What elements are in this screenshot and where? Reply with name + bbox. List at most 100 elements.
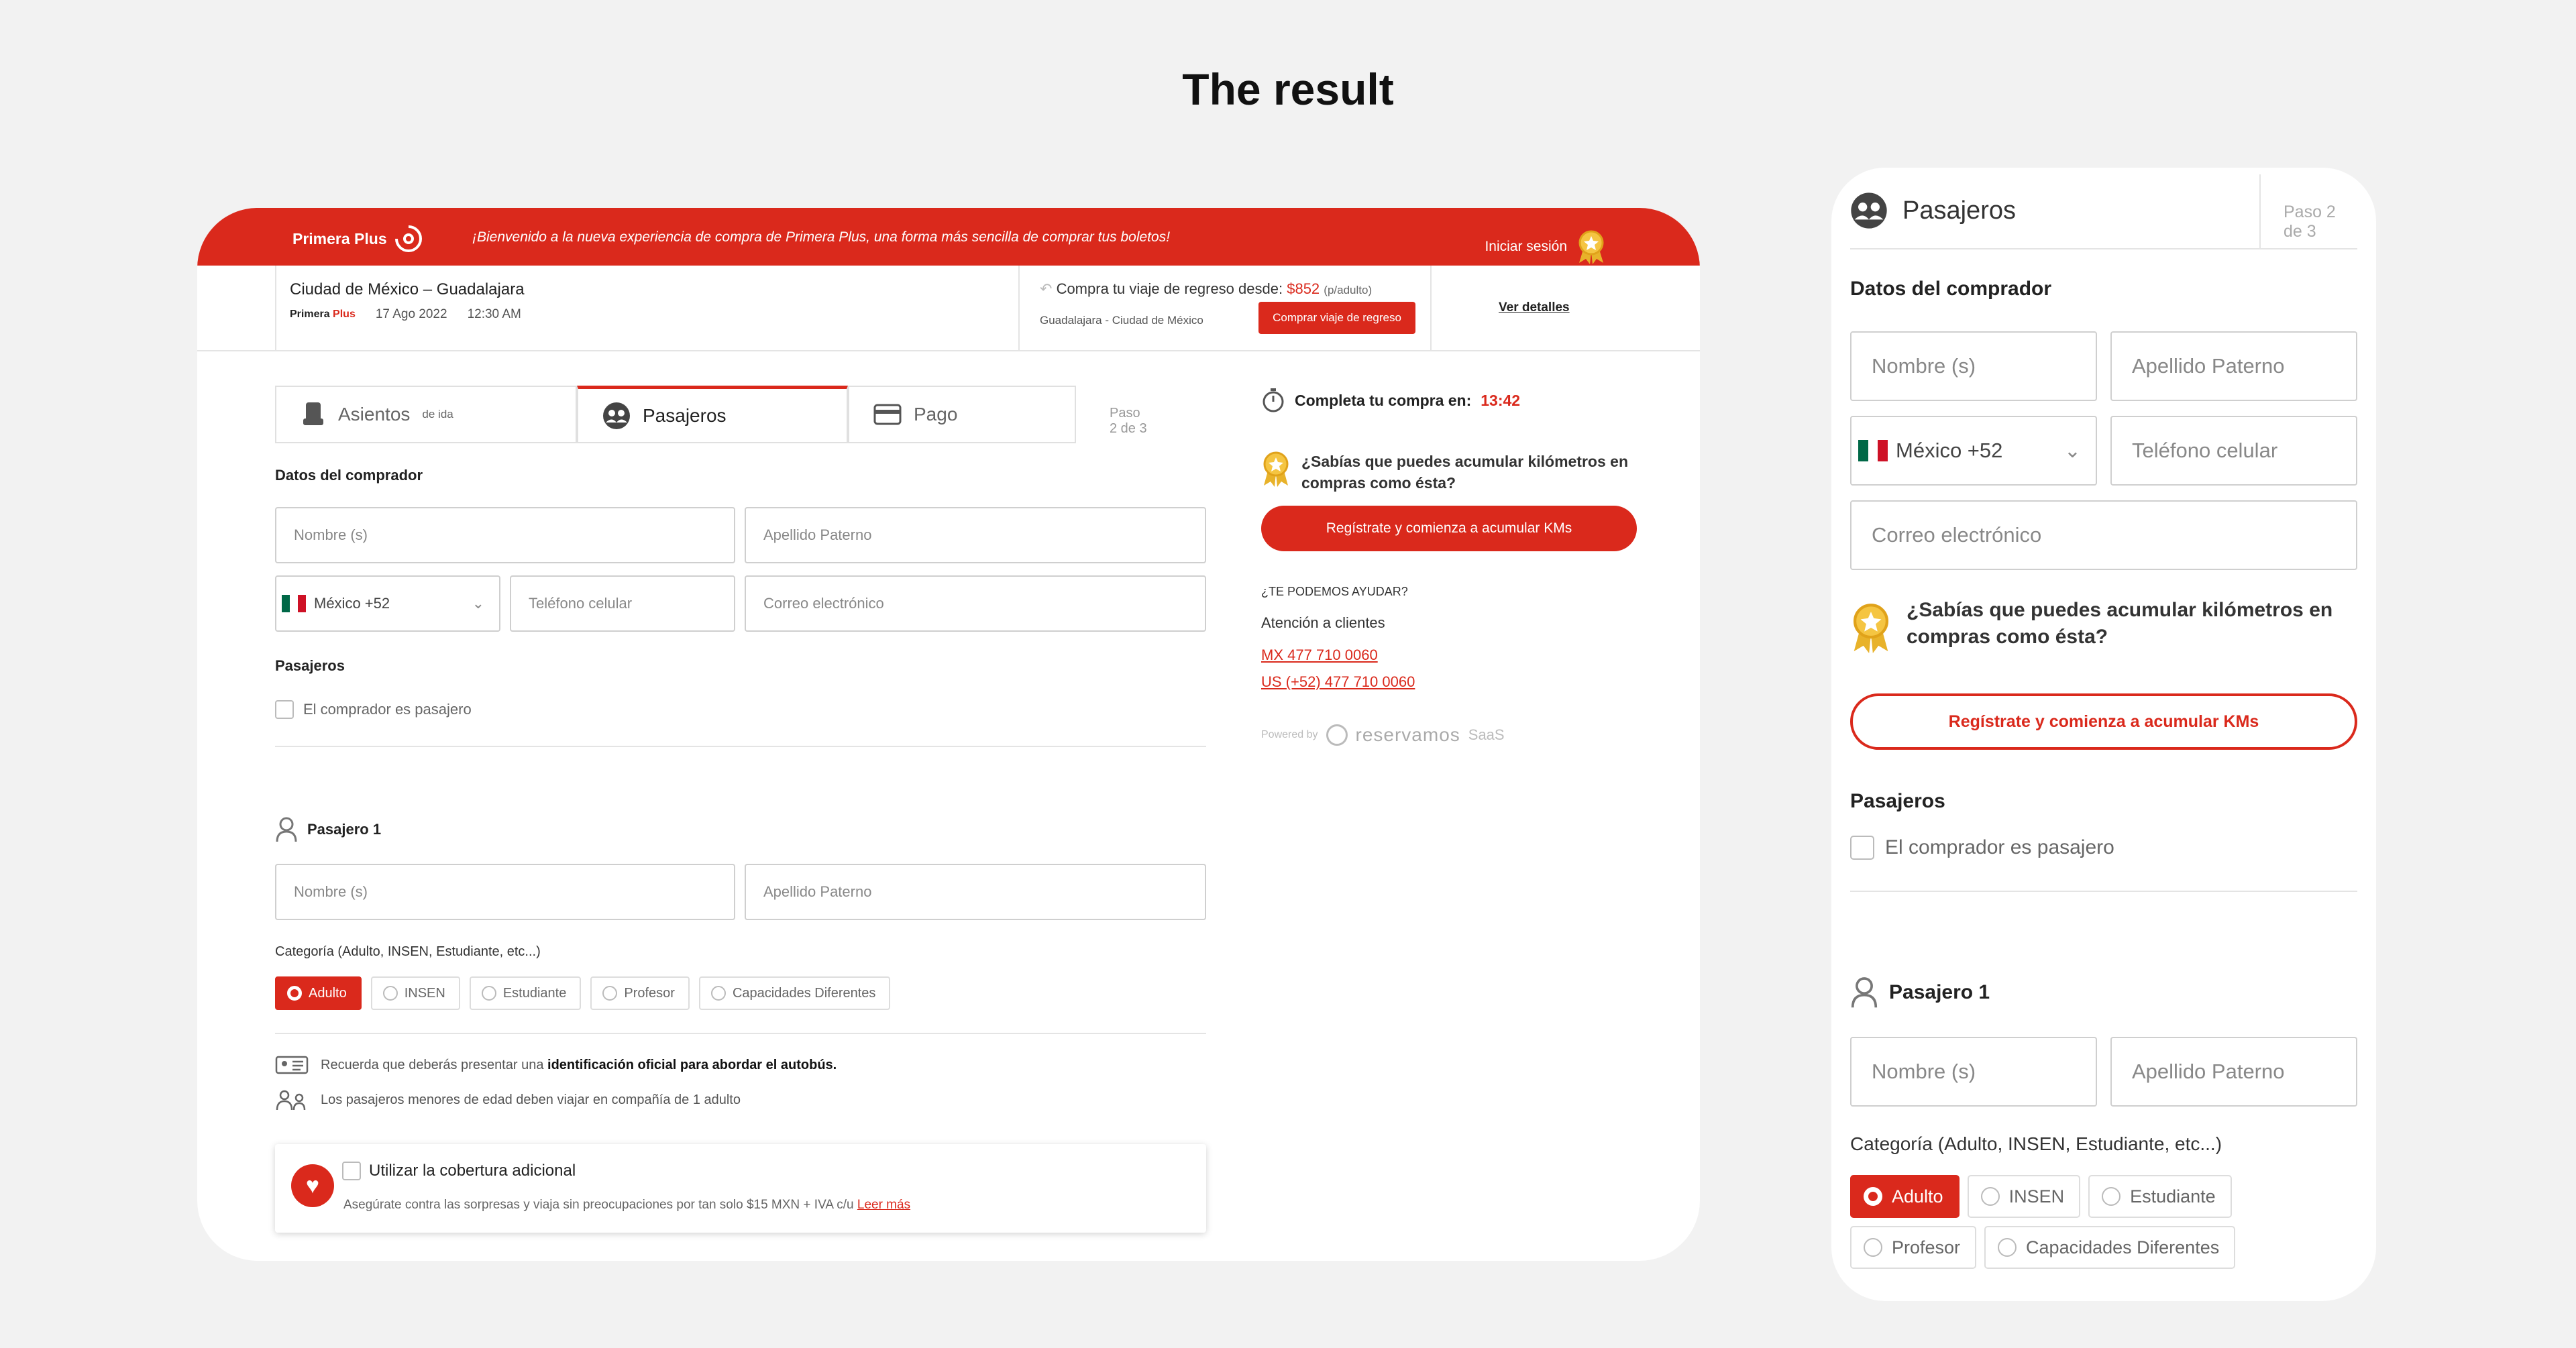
see-details-link[interactable]: Ver detalles (1499, 300, 1570, 315)
buyer-surname-field[interactable]: Apellido Paterno (745, 507, 1206, 563)
buyer-is-passenger-checkbox[interactable]: El comprador es pasajero (275, 700, 472, 719)
country-code-select[interactable]: México +52 ⌄ (275, 575, 500, 632)
checkbox-label: El comprador es pasajero (303, 701, 472, 718)
powered-by: Powered by reservamos SaaS (1261, 724, 1505, 746)
mobile-category-profesor-label: Profesor (1892, 1237, 1961, 1257)
passenger1-name-field[interactable]: Nombre (s) (275, 864, 735, 920)
mobile-category-adulto[interactable]: Adulto (1850, 1175, 1960, 1218)
divider (2259, 174, 2261, 249)
category-label: Categoría (Adulto, INSEN, Estudiante, et… (275, 944, 541, 959)
mobile-p1-name-field[interactable]: Nombre (s) (1850, 1037, 2097, 1107)
read-more-link[interactable]: Leer más (857, 1198, 910, 1212)
category-insen-label: INSEN (404, 985, 445, 1001)
return-arrow-icon: ↶ (1040, 280, 1053, 297)
category-adulto[interactable]: Adulto (275, 976, 362, 1010)
top-bar: Primera Plus ¡Bienvenido a la nueva expe… (197, 208, 1700, 266)
mobile-category-estudiante[interactable]: Estudiante (2088, 1175, 2232, 1218)
category-estudiante-label: Estudiante (502, 985, 567, 1001)
return-trip-offer: ↶ Compra tu viaje de regreso desde: $852… (1020, 266, 1432, 351)
mobile-buyer-is-passenger-checkbox[interactable]: El comprador es pasajero (1850, 836, 2114, 860)
mobile-buyer-surname-field[interactable]: Apellido Paterno (2110, 331, 2357, 401)
reservamos-brand: reservamos (1355, 724, 1460, 745)
mobile-passenger1-title: Pasajero 1 (1850, 976, 1990, 1009)
passenger-icon (276, 817, 297, 842)
mobile-category-capacidades[interactable]: Capacidades Diferentes (1984, 1226, 2236, 1269)
category-estudiante[interactable]: Estudiante (469, 976, 582, 1010)
category-adulto-label: Adulto (309, 985, 347, 1001)
mobile-category-profesor[interactable]: Profesor (1850, 1226, 1977, 1269)
customer-service-label: Atención a clientes (1261, 614, 1385, 631)
medal-icon (1853, 604, 1889, 653)
email-field[interactable]: Correo electrónico (745, 575, 1206, 632)
register-kms-button[interactable]: Regístrate y comienza a acumular KMs (1261, 506, 1637, 551)
category-capacidades[interactable]: Capacidades Diferentes (698, 976, 891, 1010)
category-insen[interactable]: INSEN (370, 976, 460, 1010)
buyer-section-title: Datos del comprador (275, 467, 423, 484)
checkbox-box (275, 700, 294, 719)
radio-icon (602, 986, 618, 1001)
desktop-mockup: Primera Plus ¡Bienvenido a la nueva expe… (197, 208, 1700, 1261)
return-text: ↶ Compra tu viaje de regreso desde: $852… (1040, 280, 1372, 298)
mobile-buyer-title: Datos del comprador (1850, 278, 2052, 300)
mobile-category-estudiante-label: Estudiante (2130, 1186, 2216, 1206)
minors-note: Los pasajeros menores de edad deben viaj… (275, 1089, 741, 1111)
tab-passengers[interactable]: Pasajeros (577, 386, 848, 443)
tab-seats[interactable]: Asientos de ida (275, 386, 577, 443)
mini-logo-b: Plus (333, 308, 356, 320)
buyer-name-field[interactable]: Nombre (s) (275, 507, 735, 563)
credit-card-icon (873, 404, 902, 425)
reservamos-logo-icon (1326, 724, 1348, 746)
tab-payment-label: Pago (914, 404, 958, 425)
primera-plus-logo[interactable]: Primera Plus (292, 223, 425, 255)
mobile-passenger1-label: Pasajero 1 (1889, 981, 1990, 1003)
timer-label: Completa tu compra en: (1295, 391, 1472, 409)
mobile-title-label: Pasajeros (1902, 196, 2016, 225)
saas-label: SaaS (1468, 726, 1505, 743)
radio-icon (382, 986, 398, 1001)
mobile-category-capacidades-label: Capacidades Diferentes (2026, 1237, 2220, 1257)
mobile-email-field[interactable]: Correo electrónico (1850, 500, 2357, 570)
heart-shield-icon: ♥ (291, 1164, 334, 1207)
phone-us-link[interactable]: US (+52) 477 710 0060 (1261, 673, 1415, 691)
minors-note-text: Los pasajeros menores de edad deben viaj… (321, 1092, 741, 1107)
page-title: The result (1182, 64, 1394, 114)
category-options: Adulto INSEN Estudiante Profesor Capacid… (275, 976, 891, 1010)
logo-text: Primera Plus (292, 229, 387, 247)
mobile-kms-promo: ¿Sabías que puedes acumular kilómetros e… (1850, 597, 2347, 653)
radio-icon (1864, 1238, 1882, 1257)
mobile-phone-field[interactable]: Teléfono celular (2110, 416, 2357, 486)
mobile-register-kms-button[interactable]: Regístrate y comienza a acumular KMs (1850, 693, 2357, 750)
step-indicator: Paso 2 de 3 (1110, 406, 1147, 436)
tab-payment[interactable]: Pago (848, 386, 1076, 443)
coverage-checkbox[interactable]: Utilizar la cobertura adicional (342, 1162, 576, 1180)
mobile-header: Pasajeros Paso 2 de 3 (1850, 168, 2357, 249)
login-link[interactable]: Iniciar sesión (1485, 229, 1606, 264)
category-profesor[interactable]: Profesor (590, 976, 690, 1010)
phone-field[interactable]: Teléfono celular (510, 575, 735, 632)
route-text: Ciudad de México – Guadalajara (290, 280, 525, 298)
checkbox-box (1850, 836, 1874, 860)
tab-seats-sub: de ida (422, 408, 453, 420)
mini-logo-a: Primera (290, 308, 330, 320)
radio-icon (710, 986, 726, 1001)
id-note-bold: identificación oficial para abordar el a… (547, 1057, 837, 1072)
mobile-category-insen[interactable]: INSEN (1967, 1175, 2081, 1218)
mobile-category-insen-label: INSEN (2008, 1186, 2065, 1206)
mobile-country-code-value: México +52 (1896, 439, 2003, 462)
passenger1-surname-field[interactable]: Apellido Paterno (745, 864, 1206, 920)
mobile-country-code-select[interactable]: México +52 ⌄ (1850, 416, 2097, 486)
radio-icon (2102, 1187, 2121, 1206)
radio-icon (1998, 1238, 2017, 1257)
id-note-prefix: Recuerda que deberás presentar una (321, 1057, 544, 1072)
mobile-buyer-name-field[interactable]: Nombre (s) (1850, 331, 2097, 401)
buy-return-button[interactable]: Comprar viaje de regreso (1258, 302, 1415, 334)
country-code-value: México +52 (314, 595, 390, 612)
mobile-p1-surname-field[interactable]: Apellido Paterno (2110, 1037, 2357, 1107)
id-card-icon (275, 1056, 309, 1074)
logo-swirl-icon (394, 225, 422, 252)
mobile-title: Pasajeros (1850, 192, 2016, 229)
phone-mx-link[interactable]: MX 477 710 0060 (1261, 647, 1378, 664)
mobile-mockup: Pasajeros Paso 2 de 3 Datos del comprado… (1831, 168, 2376, 1301)
login-label: Iniciar sesión (1485, 239, 1567, 254)
powered-by-label: Powered by (1261, 729, 1318, 740)
